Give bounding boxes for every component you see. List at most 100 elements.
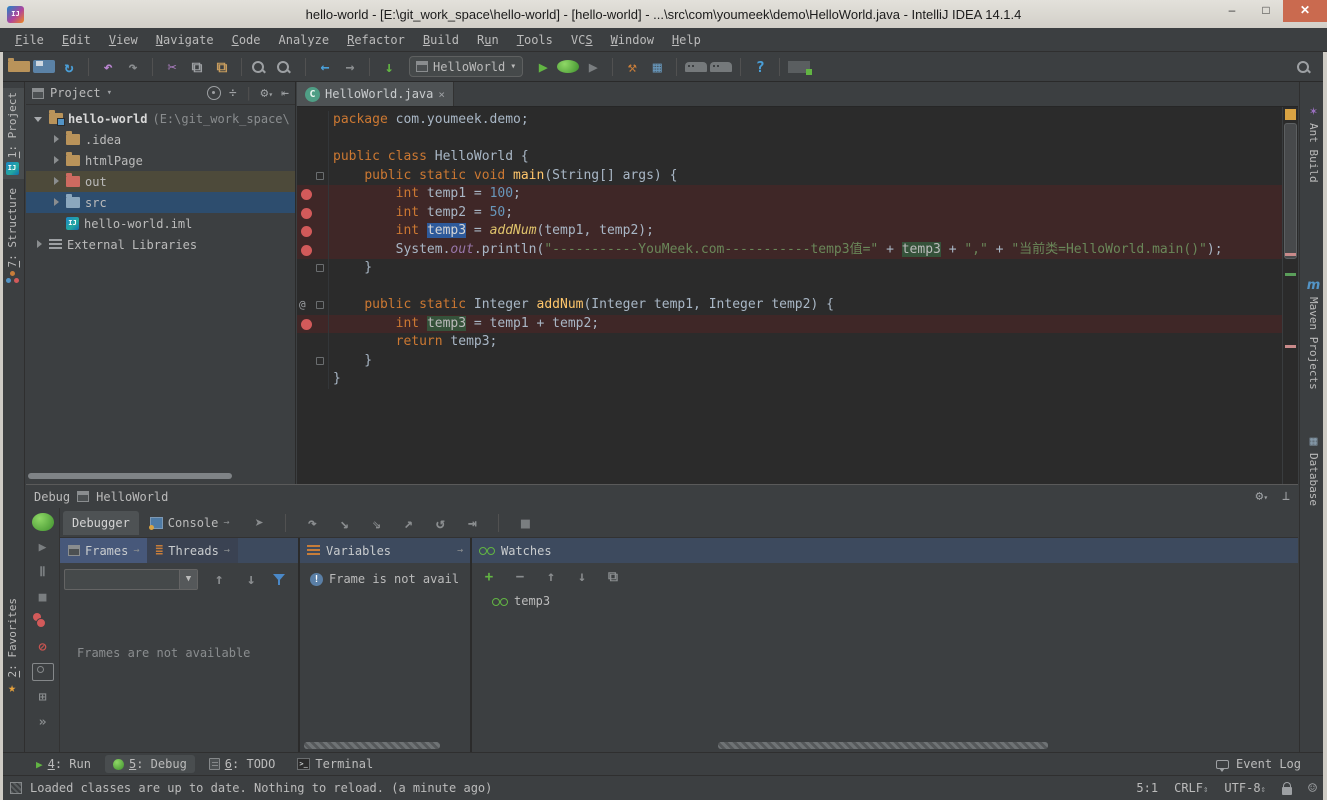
undo-icon[interactable]: ↶ — [97, 56, 119, 78]
error-stripe-warning-mark[interactable] — [1285, 109, 1296, 120]
tab-debugger[interactable]: Debugger — [63, 511, 139, 535]
tool-window-button-2-favorites[interactable]: 2: Favorites★ — [0, 594, 24, 700]
stop-program-icon[interactable]: ■ — [32, 588, 54, 606]
encoding-widget[interactable]: UTF-8⇕ — [1224, 781, 1266, 795]
paste-icon[interactable]: ⧉ — [211, 56, 233, 78]
settings-icon[interactable]: ⚒ — [621, 56, 643, 78]
chevron-collapsed-icon[interactable] — [51, 135, 61, 145]
pin-icon[interactable]: → — [133, 545, 139, 556]
frame-up-icon[interactable]: ↑ — [208, 568, 230, 590]
breakpoint-icon[interactable] — [301, 226, 312, 237]
menu-code[interactable]: Code — [223, 31, 270, 49]
view-breakpoints-icon[interactable] — [32, 613, 54, 631]
tree-item-idea[interactable]: .idea — [26, 129, 295, 150]
hide-panel-icon[interactable]: ⇤ — [281, 86, 289, 101]
editor-gutter[interactable] — [297, 278, 329, 297]
editor-gutter[interactable] — [297, 352, 329, 371]
copy-icon[interactable]: ⧉ — [186, 56, 208, 78]
menu-window[interactable]: Window — [602, 31, 663, 49]
pin-icon[interactable]: → — [224, 545, 230, 556]
error-stripe-mark[interactable] — [1285, 273, 1296, 276]
stop-icon[interactable]: ■ — [514, 512, 536, 534]
editor-gutter[interactable] — [297, 315, 329, 334]
editor-gutter[interactable] — [297, 185, 329, 204]
open-icon[interactable] — [8, 61, 30, 72]
locate-file-icon[interactable] — [207, 86, 221, 100]
android-device-icon[interactable] — [685, 62, 707, 72]
pin-icon[interactable]: → — [223, 517, 229, 528]
step-over-icon[interactable]: ↷ — [301, 512, 323, 534]
error-stripe-mark[interactable] — [1285, 253, 1296, 256]
watches-horizontal-scrollbar[interactable] — [718, 742, 1048, 749]
menu-analyze[interactable]: Analyze — [270, 31, 339, 49]
android-icon[interactable] — [710, 62, 732, 72]
chevron-collapsed-icon[interactable] — [34, 240, 44, 250]
scrollbar-thumb[interactable] — [1284, 123, 1297, 259]
thread-selector[interactable]: ▼ — [64, 569, 198, 590]
step-into-icon[interactable]: ↘ — [333, 512, 355, 534]
breakpoint-icon[interactable] — [301, 245, 312, 256]
tree-item-out[interactable]: out — [26, 171, 295, 192]
chevron-down-icon[interactable]: ▾ — [107, 88, 112, 98]
pin-icon[interactable]: → — [457, 545, 463, 556]
show-execution-point-icon[interactable]: ➤ — [248, 512, 270, 534]
duplicate-watch-icon[interactable]: ⧉ — [602, 568, 624, 586]
variables-horizontal-scrollbar[interactable] — [304, 742, 440, 749]
menu-navigate[interactable]: Navigate — [147, 31, 223, 49]
restore-layout-icon[interactable]: ⊞ — [32, 688, 54, 706]
editor-gutter[interactable] — [297, 167, 329, 186]
chevron-collapsed-icon[interactable] — [51, 177, 61, 187]
menu-edit[interactable]: Edit — [53, 31, 100, 49]
hide-tool-window-icon[interactable]: ⊥ — [1282, 489, 1290, 504]
tool-window-button-1-project[interactable]: 1: ProjectIJ — [0, 88, 24, 179]
maximize-button[interactable]: □ — [1249, 0, 1283, 22]
editor-tab-helloworld[interactable]: HelloWorld.java × — [297, 82, 454, 106]
run-to-cursor-icon[interactable]: ⇥ — [461, 512, 483, 534]
move-watch-up-icon[interactable]: ↑ — [540, 568, 562, 586]
tool-window-button-4-run[interactable]: ▶4: Run — [28, 755, 99, 773]
cut-icon[interactable]: ✂ — [161, 56, 183, 78]
replace-icon[interactable] — [275, 59, 297, 75]
fold-marker-icon[interactable] — [316, 172, 324, 180]
chevron-down-icon[interactable]: ▼ — [179, 570, 197, 589]
gear-icon[interactable]: ⚙▾ — [1256, 489, 1269, 504]
breakpoint-icon[interactable] — [301, 189, 312, 200]
compare-numbers-icon[interactable]: ↓ — [378, 56, 400, 78]
menu-file[interactable]: File — [6, 31, 53, 49]
tree-item-external-libraries[interactable]: External Libraries — [26, 234, 295, 255]
tree-item-src[interactable]: src — [26, 192, 295, 213]
editor-scrollbar[interactable] — [1282, 107, 1298, 484]
menu-help[interactable]: Help — [663, 31, 710, 49]
forward-icon[interactable]: → — [339, 56, 361, 78]
event-log-button[interactable]: Event Log — [1216, 757, 1301, 771]
plugin-icon[interactable] — [788, 61, 810, 73]
close-tab-icon[interactable]: × — [438, 88, 445, 101]
tool-window-button-7-structure[interactable]: 7: Structure — [0, 184, 24, 288]
error-stripe-mark[interactable] — [1285, 345, 1296, 348]
tab-threads[interactable]: ≣ Threads → — [147, 538, 237, 563]
tree-item-hello-world-iml[interactable]: IJhello-world.iml — [26, 213, 295, 234]
debug-session-name[interactable]: HelloWorld — [96, 490, 168, 504]
editor-gutter[interactable] — [297, 241, 329, 260]
tool-window-button-6-todo[interactable]: 6: TODO — [201, 755, 284, 773]
menu-view[interactable]: View — [100, 31, 147, 49]
thread-dump-icon[interactable] — [32, 663, 54, 681]
tool-window-button-5-debug[interactable]: 5: Debug — [105, 755, 195, 773]
editor-gutter[interactable] — [297, 333, 329, 352]
menu-refactor[interactable]: Refactor — [338, 31, 414, 49]
caret-position[interactable]: 5:1 — [1136, 781, 1158, 795]
editor-gutter[interactable]: @ — [297, 296, 329, 315]
chevron-collapsed-icon[interactable] — [51, 198, 61, 208]
debug-icon[interactable] — [557, 60, 579, 73]
menu-tools[interactable]: Tools — [508, 31, 562, 49]
find-icon[interactable] — [250, 59, 272, 75]
project-structure-icon[interactable]: ▦ — [646, 56, 668, 78]
code-editor[interactable]: package com.youmeek.demo;public class He… — [297, 111, 1282, 389]
project-horizontal-scrollbar[interactable] — [28, 473, 232, 479]
editor-gutter[interactable] — [297, 222, 329, 241]
back-icon[interactable]: ← — [314, 56, 336, 78]
frame-down-icon[interactable]: ↓ — [240, 568, 262, 590]
lock-icon[interactable] — [1282, 787, 1292, 795]
menu-run[interactable]: Run — [468, 31, 508, 49]
tree-item-hello-world[interactable]: hello-world (E:\git_work_space\ — [26, 108, 295, 129]
